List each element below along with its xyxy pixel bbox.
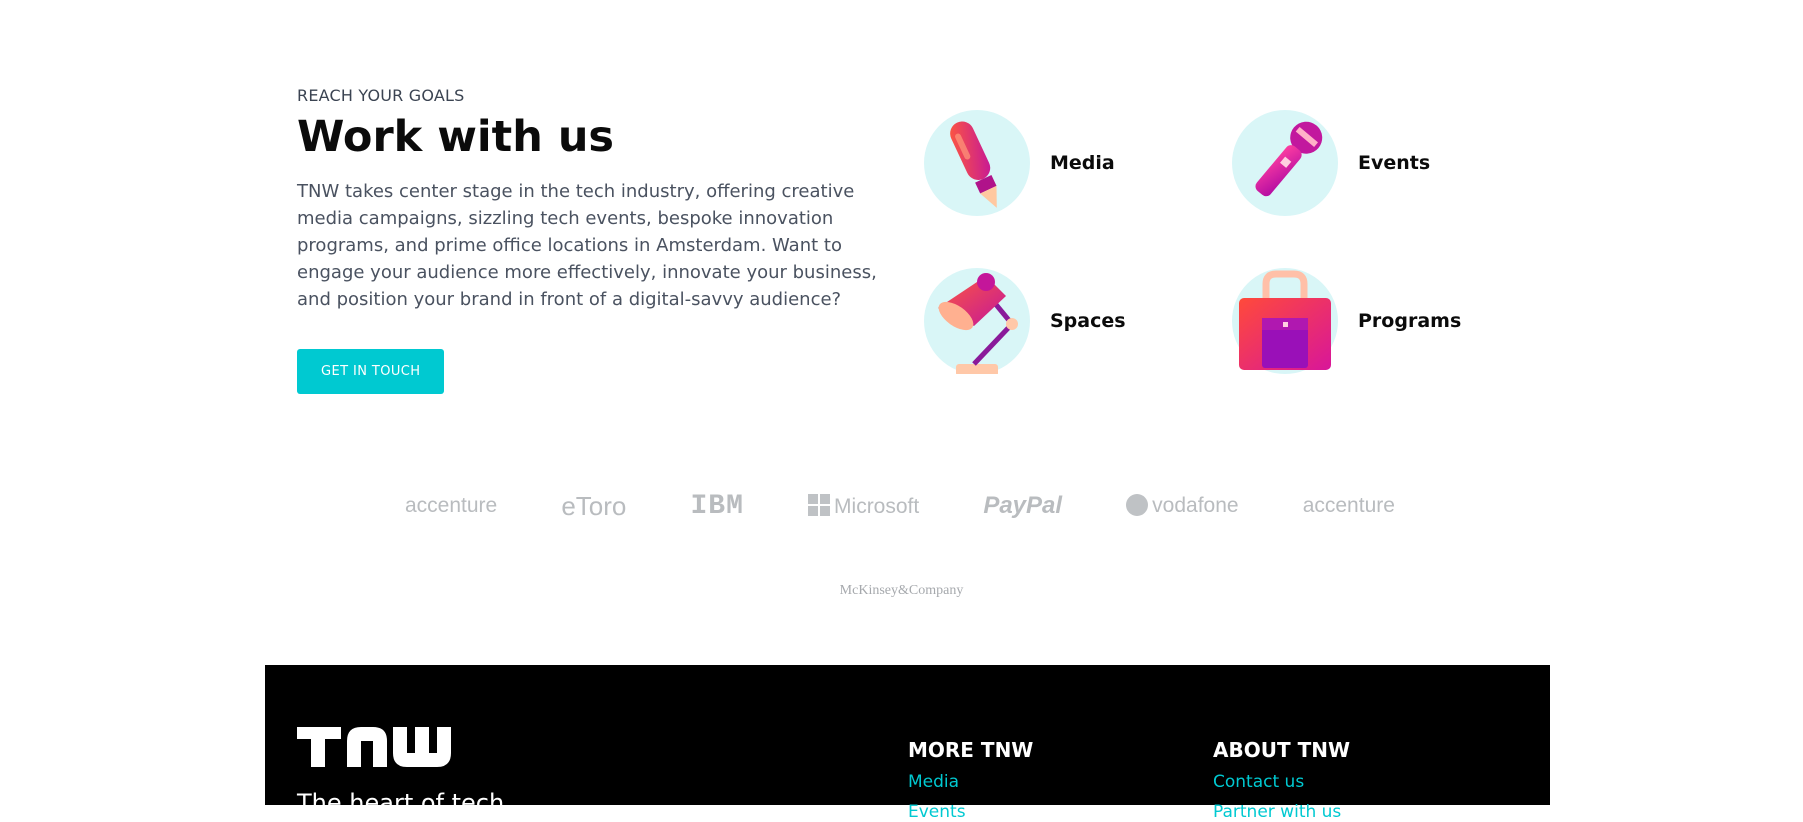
service-media[interactable]: Media (924, 110, 1115, 216)
footer-heading: MORE TNW (908, 738, 1034, 762)
tnw-logo[interactable] (297, 727, 459, 771)
partner-logo-microsoft: Microsoft (808, 493, 920, 519)
service-label: Programs (1358, 310, 1462, 332)
get-in-touch-button[interactable]: GET IN TOUCH (297, 349, 445, 395)
service-events[interactable]: Events (1232, 110, 1430, 216)
service-label: Spaces (1050, 310, 1126, 332)
pen-icon (924, 110, 1030, 216)
partner-logo-ibm: IBM (690, 490, 744, 522)
windows-grid-icon (808, 493, 831, 516)
section-description: TNW takes center stage in the tech indus… (297, 181, 877, 311)
footer-link-media[interactable]: Media (908, 772, 1033, 792)
service-spaces[interactable]: Spaces (924, 268, 1126, 374)
partner-logos: accenture eToro IBM Microsoft PayPal vod… (405, 486, 1395, 526)
work-with-us-section: REACH YOUR GOALS Work with us TNW takes … (297, 86, 897, 395)
bag-icon (1232, 268, 1338, 374)
footer-link-contact[interactable]: Contact us (1213, 772, 1350, 792)
service-label: Media (1050, 152, 1115, 174)
footer-link-partner[interactable]: Partner with us (1213, 802, 1350, 822)
partner-logo-mckinsey: McKinsey&Company (839, 583, 964, 598)
footer-tagline: The heart of tech (297, 789, 505, 817)
partner-logo-vodafone: vodafone (1126, 494, 1239, 518)
tnw-logo-mark (297, 727, 451, 767)
desk-lamp-icon (924, 268, 1030, 374)
microsoft-wordmark: Microsoft (834, 494, 920, 518)
service-label: Events (1358, 152, 1431, 174)
footer-about-tnw: ABOUT TNW Contact us Partner with us (1213, 738, 1350, 822)
vodafone-wordmark: vodafone (1152, 494, 1239, 517)
partner-logo-accenture-2: accenture (1302, 494, 1395, 517)
section-title: Work with us (297, 112, 615, 162)
partner-logo-paypal: PayPal (983, 492, 1063, 519)
service-programs[interactable]: Programs (1232, 268, 1461, 374)
services-grid: Media Events Spaces Programs (924, 110, 1524, 380)
footer-more-tnw: MORE TNW Media Events (908, 738, 1033, 822)
partner-logo-accenture: accenture (405, 494, 498, 517)
vodafone-speechmark-icon (1126, 494, 1149, 516)
microphone-icon (1232, 110, 1338, 216)
site-footer: The heart of tech MORE TNW Media Events … (265, 665, 1550, 822)
footer-link-events[interactable]: Events (908, 802, 1033, 822)
footer-heading: ABOUT TNW (1213, 738, 1351, 762)
section-eyebrow: REACH YOUR GOALS (297, 86, 465, 105)
partner-logo-etoro: eToro (561, 490, 627, 521)
